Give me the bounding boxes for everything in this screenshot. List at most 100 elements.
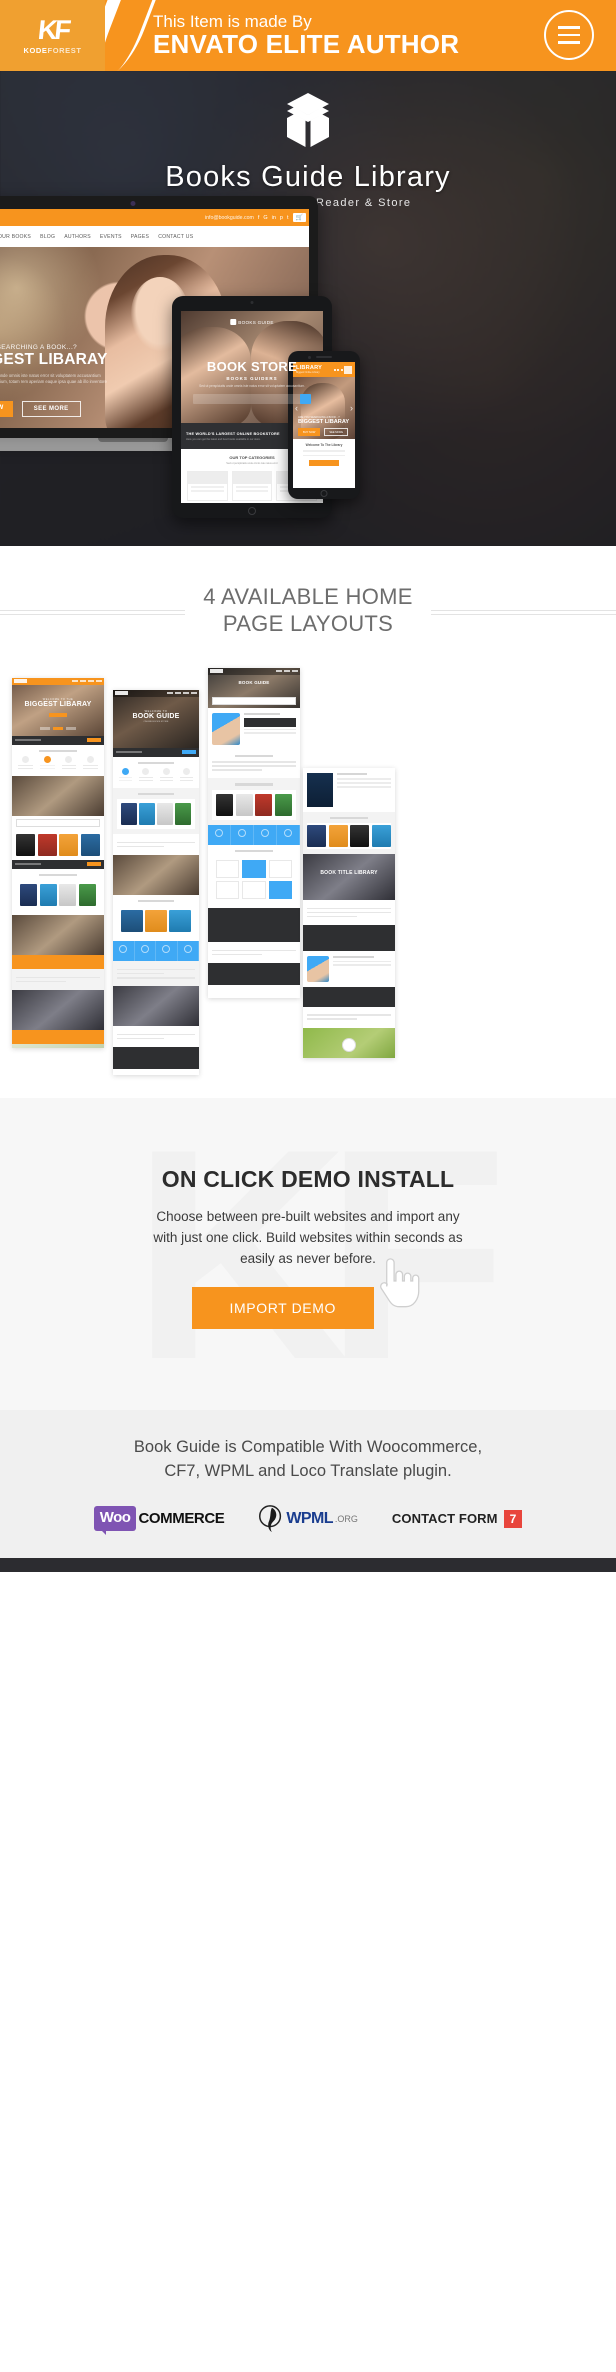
layout4-dark-photo: BOOK TITLE LIBRARY [303, 854, 395, 901]
book-cover-large[interactable] [307, 772, 333, 807]
nav-item-events[interactable]: EVENTS [100, 234, 122, 240]
see-more-button[interactable]: SEE MORE [21, 401, 81, 417]
nav-item-pages[interactable]: PAGES [131, 234, 149, 240]
book-cover[interactable] [139, 803, 155, 826]
book-cover[interactable] [274, 793, 292, 816]
chevron-right-icon[interactable]: › [350, 403, 353, 413]
home-layout-1-thumbnail[interactable]: WELCOME TO THE BIGGEST LIBARAY [12, 677, 104, 1048]
feature-item[interactable] [60, 756, 79, 771]
meta-line [333, 961, 391, 963]
book-cover[interactable] [78, 884, 96, 907]
import-demo-button[interactable]: IMPORT DEMO [191, 1287, 374, 1330]
home-layout-4-thumbnail[interactable]: BOOK TITLE LIBRARY [303, 767, 395, 1058]
author-avatar [307, 955, 329, 982]
certificate-card[interactable] [242, 860, 266, 879]
feature-item-active[interactable] [117, 768, 134, 783]
kodeforest-logo[interactable]: KF KODEFOREST [0, 0, 105, 71]
nav-item-books[interactable]: OUR BOOKS [0, 234, 31, 240]
envato-author-bar: KF KODEFOREST This Item is made By ENVAT… [0, 0, 616, 71]
book-cover[interactable] [216, 793, 234, 816]
darkbar-button[interactable] [182, 750, 196, 755]
book-cover[interactable] [39, 884, 57, 907]
wpml-org: .ORG [334, 1513, 358, 1524]
layout2-darkbar [113, 747, 199, 757]
phone-buy-now-button[interactable]: BUY NOW [298, 428, 321, 436]
phone-home-button[interactable] [320, 490, 328, 497]
linkedin-icon[interactable]: in [272, 215, 276, 221]
book-cover[interactable] [307, 825, 327, 848]
book-cover[interactable] [255, 793, 273, 816]
layout1-search[interactable] [16, 818, 100, 827]
tablet-card[interactable] [187, 471, 228, 501]
tablet-card[interactable] [231, 471, 273, 501]
phone-see-more-button[interactable]: SEE MORE [324, 428, 349, 436]
book-cover[interactable] [328, 825, 348, 848]
facebook-icon[interactable]: f [258, 215, 260, 221]
hamburger-icon[interactable] [544, 10, 594, 60]
twitter-icon[interactable]: t [287, 215, 289, 221]
book-cover[interactable] [175, 803, 191, 826]
certificate-card[interactable] [216, 881, 240, 900]
home-layout-3-thumbnail[interactable]: BOOK GUIDE [208, 667, 300, 998]
phone-body: Welcome To The Library [293, 439, 355, 470]
book-cover[interactable] [371, 825, 391, 848]
book-cover[interactable] [59, 833, 79, 856]
site-hero-eyebrow: ARE YOU SEARCHING A BOOK...? [0, 343, 78, 351]
book-cover[interactable] [59, 884, 77, 907]
layout4-map[interactable] [303, 1027, 395, 1058]
blue-cell [254, 824, 277, 845]
layout1-slider-dots[interactable] [12, 726, 104, 730]
chevron-left-icon[interactable]: ‹ [295, 403, 298, 413]
card-thumb[interactable] [121, 910, 143, 933]
layout1-map[interactable] [12, 1043, 104, 1048]
google-plus-icon[interactable]: G [263, 215, 267, 221]
book-cover[interactable] [121, 803, 137, 826]
book-cover[interactable] [20, 884, 38, 907]
feature-item[interactable] [137, 768, 154, 783]
certificate-card[interactable] [242, 881, 266, 900]
card-thumb[interactable] [169, 910, 192, 933]
layout4-author [307, 955, 391, 982]
feature-item[interactable] [158, 768, 175, 783]
layout2-gray-block [113, 961, 199, 987]
layout4-collection [303, 811, 395, 855]
home-layout-2-thumbnail[interactable]: WELCOME TO BOOK GUIDE ONLINE BOOKS STORE [113, 689, 199, 1075]
book-cover[interactable] [235, 793, 253, 816]
cart-icon[interactable]: 🛒 [292, 213, 306, 222]
buy-now-button[interactable]: BUY NOW [0, 401, 13, 417]
certificate-card[interactable] [216, 860, 240, 879]
darkbar-button[interactable] [87, 738, 101, 743]
phone-menu-icon[interactable] [344, 365, 352, 374]
blue-cell [208, 824, 231, 845]
woocommerce-logo: Woo COMMERCE [93, 1506, 225, 1535]
feature-item[interactable] [16, 756, 35, 771]
nav-item-blog[interactable]: BLOG [40, 234, 55, 240]
text-line [337, 782, 391, 784]
certificate-card[interactable] [268, 881, 292, 900]
feature-item[interactable] [81, 756, 100, 771]
feature-item-active[interactable] [38, 756, 57, 771]
feature-item[interactable] [178, 768, 195, 783]
feature-line [83, 767, 98, 770]
nav-item-authors[interactable]: AUTHORS [64, 234, 91, 240]
book-cover[interactable] [350, 825, 370, 848]
book-cover[interactable] [37, 833, 57, 856]
layout1-section4-title [38, 873, 78, 877]
text-line [16, 980, 67, 983]
feature-icon [162, 768, 170, 776]
darkbar-button[interactable] [87, 862, 101, 867]
layout3-search[interactable] [212, 696, 296, 705]
pinterest-icon[interactable]: p [280, 215, 283, 221]
book-cover[interactable] [16, 833, 36, 856]
card-thumb[interactable] [145, 910, 167, 933]
text-line [307, 911, 391, 914]
nav-item-contact[interactable]: CONTACT US [158, 234, 193, 240]
certificate-card[interactable] [268, 860, 292, 879]
layout1-button[interactable] [12, 704, 104, 722]
book-cover[interactable] [80, 833, 100, 856]
site-main-nav: ABOUT US OUR BOOKS BLOG AUTHORS EVENTS P… [0, 226, 309, 247]
phone-body-button[interactable] [309, 460, 339, 466]
tablet-home-button[interactable] [248, 507, 256, 515]
book-cover[interactable] [157, 803, 173, 826]
author-stats [244, 717, 296, 727]
